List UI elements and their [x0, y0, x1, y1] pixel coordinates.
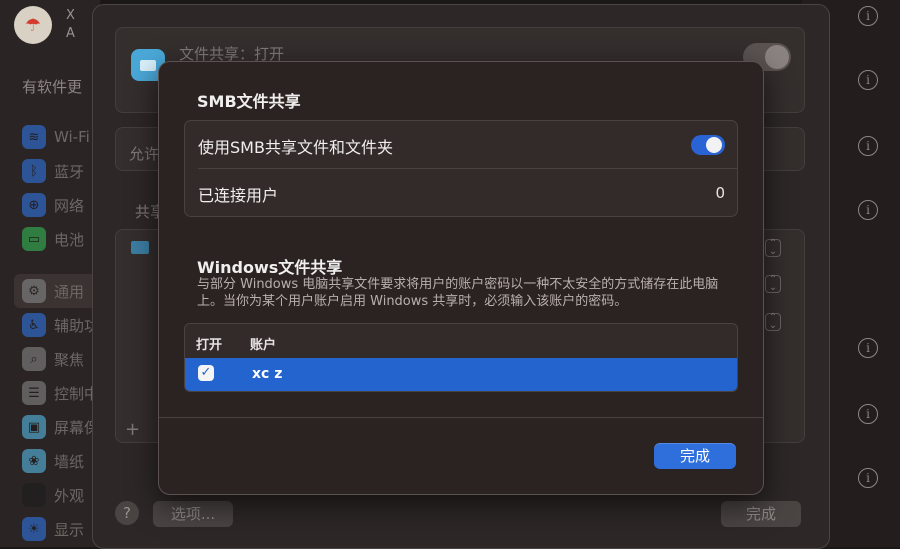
allow-label: 允许	[129, 145, 160, 163]
sidebar-item[interactable]: ⊕ 网络	[14, 188, 100, 222]
sheet-done-button[interactable]: 完成	[721, 501, 801, 527]
table-row[interactable]: ✓ xc z	[185, 358, 737, 391]
sidebar-item-label: 墙纸	[54, 452, 85, 471]
sidebar-item[interactable]: ♿ 辅助功	[14, 308, 100, 342]
enable-checkbox[interactable]: ✓	[198, 365, 214, 381]
sidebar-item[interactable]: ▭ 电池	[14, 222, 100, 256]
account-initial: X	[66, 8, 75, 23]
wallpaper-icon: ❀	[22, 449, 46, 473]
sidebar-item-label: 网络	[54, 196, 85, 215]
folder-icon	[131, 241, 149, 254]
info-icon[interactable]: i	[858, 70, 878, 90]
settings-sidebar: ☂ X A 有软件更 ≋ Wi-Fi ᛒ 蓝牙 ⊕ 网络 ▭ 电池 ⚙ 通用 ♿ 辅助功 ⌕ 聚焦 ☰ 控制中…	[0, 0, 100, 547]
add-folder-button[interactable]: +	[125, 419, 140, 440]
sidebar-list: ≋ Wi-Fi ᛒ 蓝牙 ⊕ 网络 ▭ 电池 ⚙ 通用 ♿ 辅助功 ⌕ 聚焦 ☰ 控制中 ▣ 屏幕保 ❀ 墙纸 ◐ 外观 ☀…	[14, 120, 100, 546]
sidebar-item-label: 通用	[54, 282, 85, 301]
account-sub: A	[66, 26, 75, 41]
accessibility-icon: ♿	[22, 313, 46, 337]
info-icon[interactable]: i	[858, 6, 878, 26]
account-header[interactable]: ☂ X A	[14, 6, 75, 44]
screensaver-icon: ▣	[22, 415, 46, 439]
sidebar-item[interactable]: ⌕ 聚焦	[14, 342, 100, 376]
control-center-icon: ☰	[22, 381, 46, 405]
sidebar-item[interactable]: ☰ 控制中	[14, 376, 100, 410]
accounts-table: 打开 账户 ✓ xc z	[184, 323, 738, 392]
sidebar-item[interactable]: ≋ Wi-Fi	[14, 120, 100, 154]
wifi-icon: ≋	[22, 125, 46, 149]
smb-settings-group: 使用SMB共享文件和文件夹 已连接用户 0	[184, 120, 738, 217]
gear-icon: ⚙	[22, 279, 46, 303]
permission-stepper[interactable]: ⌃ ⌄	[765, 313, 781, 331]
column-header-enable[interactable]: 打开	[196, 334, 222, 353]
bluetooth-icon: ᛒ	[22, 159, 46, 183]
sidebar-item[interactable]: ᛒ 蓝牙	[14, 154, 100, 188]
column-header-account[interactable]: 账户	[250, 334, 276, 353]
info-icon[interactable]: i	[858, 468, 878, 488]
smb-toggle-label: 使用SMB共享文件和文件夹	[198, 138, 393, 157]
sidebar-item[interactable]: ❀ 墙纸	[14, 444, 100, 478]
permission-stepper[interactable]: ⌃ ⌄	[765, 239, 781, 257]
sidebar-item[interactable]: ⚙ 通用	[14, 274, 100, 308]
account-name: xc z	[252, 366, 283, 382]
windows-sharing-description: 与部分 Windows 电脑共享文件要求将用户的账户密码以一种不太安全的方式储存…	[197, 277, 719, 309]
windows-sharing-title: Windows文件共享	[197, 258, 343, 277]
connected-users-count: 0	[715, 184, 725, 202]
smb-toggle[interactable]	[691, 135, 725, 155]
sidebar-item[interactable]: ☀ 显示	[14, 512, 100, 546]
divider	[198, 168, 737, 169]
sidebar-item-label: 显示	[54, 520, 85, 539]
divider	[159, 417, 763, 418]
help-button[interactable]: ?	[115, 501, 139, 525]
permission-stepper[interactable]: ⌃ ⌄	[765, 275, 781, 293]
dialog-title: SMB文件共享	[197, 92, 301, 111]
sidebar-item[interactable]: ▣ 屏幕保	[14, 410, 100, 444]
sidebar-item-label: 外观	[54, 486, 85, 505]
done-button[interactable]: 完成	[654, 443, 736, 469]
sidebar-item-label: 电池	[54, 230, 85, 249]
globe-icon: ⊕	[22, 193, 46, 217]
info-icon[interactable]: i	[858, 200, 878, 220]
info-icon[interactable]: i	[858, 404, 878, 424]
options-button[interactable]: 选项...	[153, 501, 233, 527]
info-icon[interactable]: i	[858, 136, 878, 156]
software-updates-label[interactable]: 有软件更	[22, 76, 82, 97]
avatar: ☂	[14, 6, 52, 44]
sidebar-item-label: Wi-Fi	[54, 128, 90, 146]
battery-icon: ▭	[22, 227, 46, 251]
search-icon: ⌕	[22, 347, 46, 371]
appearance-icon: ◐	[22, 483, 46, 507]
sidebar-item[interactable]: ◐ 外观	[14, 478, 100, 512]
display-icon: ☀	[22, 517, 46, 541]
connected-users-label: 已连接用户	[198, 186, 279, 205]
sidebar-item-label: 蓝牙	[54, 162, 85, 181]
smb-dialog: SMB文件共享 使用SMB共享文件和文件夹 已连接用户 0 Windows文件共…	[158, 61, 764, 495]
info-icon[interactable]: i	[858, 338, 878, 358]
sidebar-item-label: 聚焦	[54, 350, 85, 369]
